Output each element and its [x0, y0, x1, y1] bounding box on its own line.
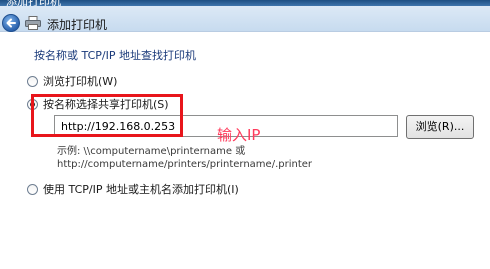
back-arrow-icon[interactable]	[2, 14, 20, 32]
radio-browse[interactable]	[27, 75, 38, 87]
option-label: 使用 TCP/IP 地址或主机名添加打印机(I)	[43, 183, 239, 196]
option-browse-printers[interactable]: 浏览打印机(W)	[27, 73, 117, 89]
radio-tcpip[interactable]	[27, 183, 38, 195]
browse-button[interactable]: 浏览(R)...	[406, 115, 474, 139]
example-line-1: 示例: \\computername\printername 或	[57, 146, 246, 157]
annotation-highlight-box	[31, 94, 183, 137]
option-tcpip[interactable]: 使用 TCP/IP 地址或主机名添加打印机(I)	[27, 181, 239, 197]
section-heading: 按名称或 TCP/IP 地址查找打印机	[34, 49, 196, 62]
option-label: 浏览打印机(W)	[43, 75, 118, 88]
wizard-title: 添加打印机	[47, 18, 108, 32]
example-text: 示例: \\computername\printername 或 http://…	[57, 145, 312, 171]
example-line-2: http://computername/printers/printername…	[57, 159, 313, 170]
printer-icon	[25, 16, 41, 30]
wizard-header: 添加打印机	[0, 6, 490, 32]
annotation-text: 输入IP	[217, 126, 261, 144]
